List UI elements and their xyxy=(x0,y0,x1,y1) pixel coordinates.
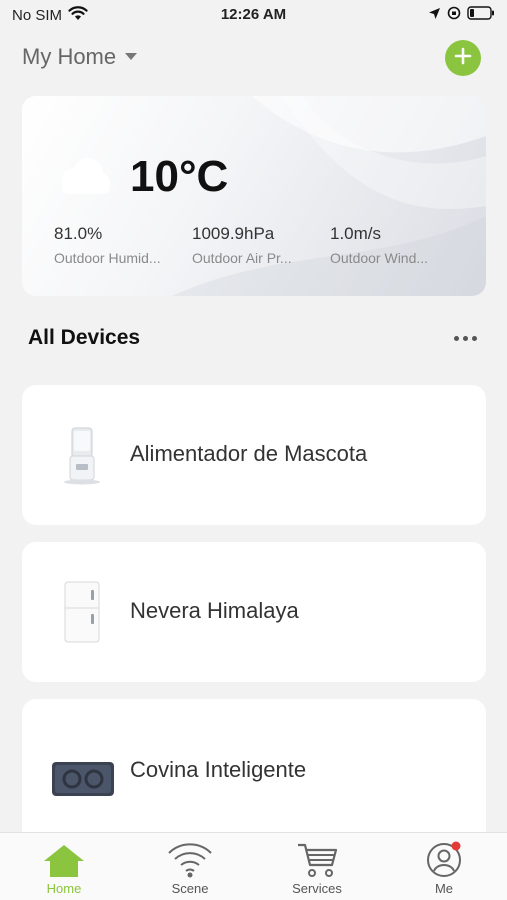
status-bar: No SIM 12:26 AM xyxy=(0,0,507,32)
status-right xyxy=(428,6,495,25)
home-selector[interactable]: My Home xyxy=(22,44,138,70)
humidity-stat: 81.0% Outdoor Humid... xyxy=(54,224,184,266)
air-pressure-stat: 1009.9hPa Outdoor Air Pr... xyxy=(192,224,322,266)
device-card-fridge[interactable]: Nevera Himalaya xyxy=(22,542,486,682)
tab-label: Me xyxy=(434,881,454,896)
scene-icon xyxy=(140,839,240,879)
pet-feeder-image xyxy=(50,415,114,495)
header: My Home xyxy=(0,40,507,80)
tab-label: Scene xyxy=(171,881,209,896)
temperature: 10°C xyxy=(130,152,229,201)
smart-device-image xyxy=(48,739,118,819)
device-card-pet-feeder[interactable]: Alimentador de Mascota xyxy=(22,385,486,525)
more-options-button[interactable] xyxy=(454,330,477,347)
device-name: Nevera Himalaya xyxy=(130,598,299,623)
tab-bar: Home Scene Services Me xyxy=(0,832,507,900)
wind-value: 1.0m/s xyxy=(330,224,382,243)
air-pressure-value: 1009.9hPa xyxy=(192,224,275,243)
more-dot-icon xyxy=(472,336,477,341)
battery-icon xyxy=(467,6,495,25)
cloud-icon xyxy=(54,156,112,201)
add-device-button[interactable] xyxy=(445,40,481,76)
home-icon xyxy=(14,839,114,879)
device-card-smart-device[interactable]: Covina Inteligente xyxy=(22,699,486,849)
humidity-label: Outdoor Humid... xyxy=(54,250,161,266)
device-name: Covina Inteligente xyxy=(130,757,307,782)
all-devices-title: All Devices xyxy=(28,326,141,349)
more-dot-icon xyxy=(454,336,459,341)
rotation-lock-icon xyxy=(447,6,461,25)
air-pressure-label: Outdoor Air Pr... xyxy=(192,250,292,266)
app-screen: No SIM 12:26 AM My Home 10°C 81.0% Outdo… xyxy=(0,0,507,900)
tab-services[interactable]: Services xyxy=(267,839,367,896)
caret-down-icon xyxy=(124,48,138,66)
tab-label: Home xyxy=(46,881,82,896)
weather-card[interactable]: 10°C 81.0% Outdoor Humid... 1009.9hPa Ou… xyxy=(22,96,486,296)
more-dot-icon xyxy=(463,336,468,341)
cart-icon xyxy=(267,839,367,879)
plus-icon xyxy=(454,47,472,70)
tab-me[interactable]: Me xyxy=(394,839,494,896)
tab-label: Services xyxy=(292,881,342,896)
wind-stat: 1.0m/s Outdoor Wind... xyxy=(330,224,460,266)
humidity-value: 81.0% xyxy=(54,224,103,243)
notification-badge xyxy=(451,841,461,851)
tab-home[interactable]: Home xyxy=(14,839,114,896)
wind-label: Outdoor Wind... xyxy=(330,250,429,266)
location-arrow-icon xyxy=(428,7,441,25)
fridge-image xyxy=(50,572,114,652)
tab-scene[interactable]: Scene xyxy=(140,839,240,896)
device-name: Alimentador de Mascota xyxy=(130,441,368,466)
profile-icon xyxy=(394,839,494,879)
home-title: My Home xyxy=(22,44,117,69)
